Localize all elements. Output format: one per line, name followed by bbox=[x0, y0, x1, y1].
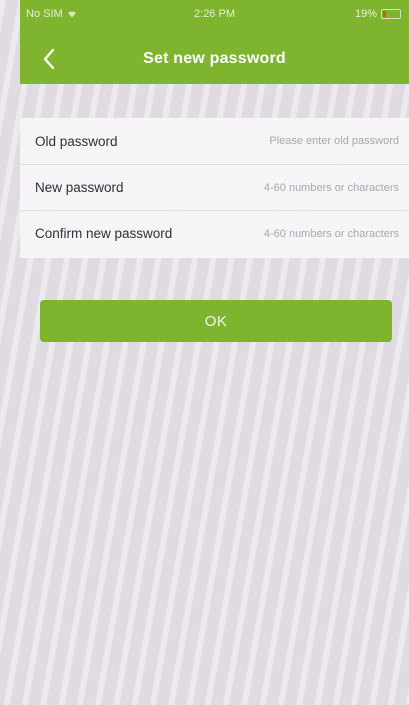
screen: No SIM 2:26 PM 19% Set new password Old … bbox=[0, 0, 409, 705]
battery-icon bbox=[381, 9, 401, 19]
ok-button[interactable]: OK bbox=[40, 300, 392, 342]
battery-fill bbox=[383, 11, 386, 17]
new-password-row: New password 4-60 numbers or characters bbox=[20, 164, 409, 210]
confirm-new-password-row: Confirm new password 4-60 numbers or cha… bbox=[20, 210, 409, 256]
status-time: 2:26 PM bbox=[194, 8, 235, 20]
old-password-input[interactable]: Please enter old password bbox=[118, 135, 399, 147]
confirm-new-password-label: Confirm new password bbox=[35, 226, 173, 241]
status-right: 19% bbox=[355, 8, 401, 20]
old-password-row: Old password Please enter old password bbox=[20, 118, 409, 164]
confirm-new-password-input[interactable]: 4-60 numbers or characters bbox=[172, 228, 399, 240]
new-password-label: New password bbox=[35, 180, 124, 195]
password-form: Old password Please enter old password N… bbox=[20, 118, 409, 258]
new-password-input[interactable]: 4-60 numbers or characters bbox=[124, 182, 399, 194]
page-title: Set new password bbox=[143, 50, 286, 67]
title-row: Set new password bbox=[20, 36, 409, 82]
old-password-label: Old password bbox=[35, 133, 118, 149]
battery-percentage: 19% bbox=[354, 8, 377, 20]
app-header: No SIM 2:26 PM 19% Set new password bbox=[20, 0, 409, 84]
status-bar: No SIM 2:26 PM 19% bbox=[20, 0, 409, 30]
